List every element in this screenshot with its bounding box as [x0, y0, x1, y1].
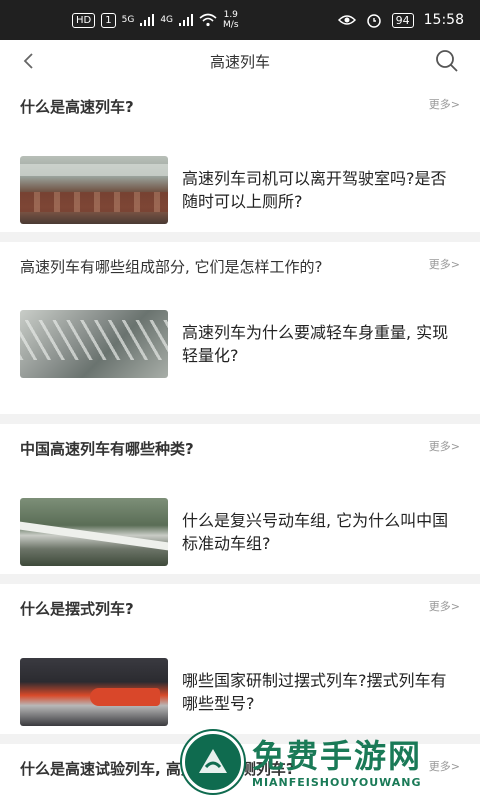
- wifi-icon: [199, 13, 217, 27]
- watermark-text: 免费手游网 MIANFEISHOUYOUWANG: [252, 736, 422, 789]
- article-title[interactable]: 什么是复兴号动车组, 它为什么叫中国标准动车组?: [182, 509, 460, 555]
- watermark-en: MIANFEISHOUYOUWANG: [252, 775, 422, 789]
- section-divider: [0, 232, 480, 242]
- clock: 15:58: [423, 12, 464, 28]
- signal-icon: [140, 14, 155, 26]
- watermark: 免费手游网 MIANFEISHOUYOUWANG: [182, 724, 480, 800]
- article-item[interactable]: 高速列车司机可以离开驾驶室吗?是否随时可以上厕所?: [0, 156, 480, 224]
- article-thumbnail: [20, 498, 168, 566]
- signal-icon: [179, 14, 194, 26]
- article-title[interactable]: 哪些国家研制过摆式列车?摆式列车有哪些型号?: [182, 669, 460, 715]
- search-icon[interactable]: [434, 48, 460, 74]
- section-header: 高速列车有哪些组成部分, 它们是怎样工作的? 更多>: [0, 242, 480, 278]
- article-title[interactable]: 高速列车为什么要减轻车身重量, 实现轻量化?: [182, 321, 460, 367]
- page-title: 高速列车: [209, 52, 270, 71]
- network-speed: 1.9 M/s: [223, 10, 239, 30]
- article-item[interactable]: 哪些国家研制过摆式列车?摆式列车有哪些型号?: [0, 658, 480, 726]
- section-title[interactable]: 什么是摆式列车?: [20, 598, 410, 620]
- article-item[interactable]: 高速列车为什么要减轻车身重量, 实现轻量化?: [0, 310, 480, 378]
- category-section: 什么是摆式列车? 更多> 哪些国家研制过摆式列车?摆式列车有哪些型号?: [0, 584, 480, 734]
- more-link[interactable]: 更多>: [429, 256, 460, 272]
- chevron-left-icon[interactable]: [18, 50, 40, 72]
- eye-icon: [337, 15, 356, 25]
- article-thumbnail: [20, 310, 168, 378]
- gamepad-icon: [199, 749, 227, 773]
- watermark-logo-icon: [182, 731, 244, 793]
- section-header: 什么是高速列车? 更多>: [0, 82, 480, 118]
- section-header: 中国高速列车有哪些种类? 更多>: [0, 424, 480, 460]
- watermark-cn: 免费手游网: [252, 736, 423, 775]
- battery-indicator: 94: [391, 12, 414, 28]
- status-bar: HD 1 5G 4G 1.9 M/s 94 15:58: [0, 0, 480, 40]
- network-5g-label: 5G: [121, 15, 135, 25]
- more-link[interactable]: 更多>: [429, 96, 460, 112]
- section-title[interactable]: 什么是高速列车?: [20, 96, 410, 118]
- hd-indicator: HD: [72, 12, 96, 28]
- status-right: 94 15:58: [337, 12, 464, 28]
- article-title[interactable]: 高速列车司机可以离开驾驶室吗?是否随时可以上厕所?: [182, 167, 460, 213]
- section-title[interactable]: 中国高速列车有哪些种类?: [20, 438, 410, 460]
- sim-indicator: 1: [101, 12, 116, 28]
- category-section: 高速列车有哪些组成部分, 它们是怎样工作的? 更多> 高速列车为什么要减轻车身重…: [0, 242, 480, 414]
- section-title[interactable]: 高速列车有哪些组成部分, 它们是怎样工作的?: [20, 256, 410, 278]
- section-divider: [0, 574, 480, 584]
- category-section: 中国高速列车有哪些种类? 更多> 什么是复兴号动车组, 它为什么叫中国标准动车组…: [0, 424, 480, 574]
- article-item[interactable]: 什么是复兴号动车组, 它为什么叫中国标准动车组?: [0, 498, 480, 566]
- section-divider: [0, 414, 480, 424]
- article-thumbnail: [20, 658, 168, 726]
- more-link[interactable]: 更多>: [429, 438, 460, 454]
- section-header: 什么是摆式列车? 更多>: [0, 584, 480, 620]
- alarm-icon: [366, 14, 381, 28]
- article-thumbnail: [20, 156, 168, 224]
- top-navigation-bar: 高速列车: [0, 40, 480, 82]
- category-section: 什么是高速列车? 更多> 高速列车司机可以离开驾驶室吗?是否随时可以上厕所?: [0, 82, 480, 232]
- article-feed: 什么是高速列车? 更多> 高速列车司机可以离开驾驶室吗?是否随时可以上厕所? 高…: [0, 82, 480, 800]
- status-left: HD 1 5G 4G 1.9 M/s: [72, 10, 239, 30]
- more-link[interactable]: 更多>: [429, 598, 460, 614]
- network-4g-label: 4G: [160, 15, 174, 25]
